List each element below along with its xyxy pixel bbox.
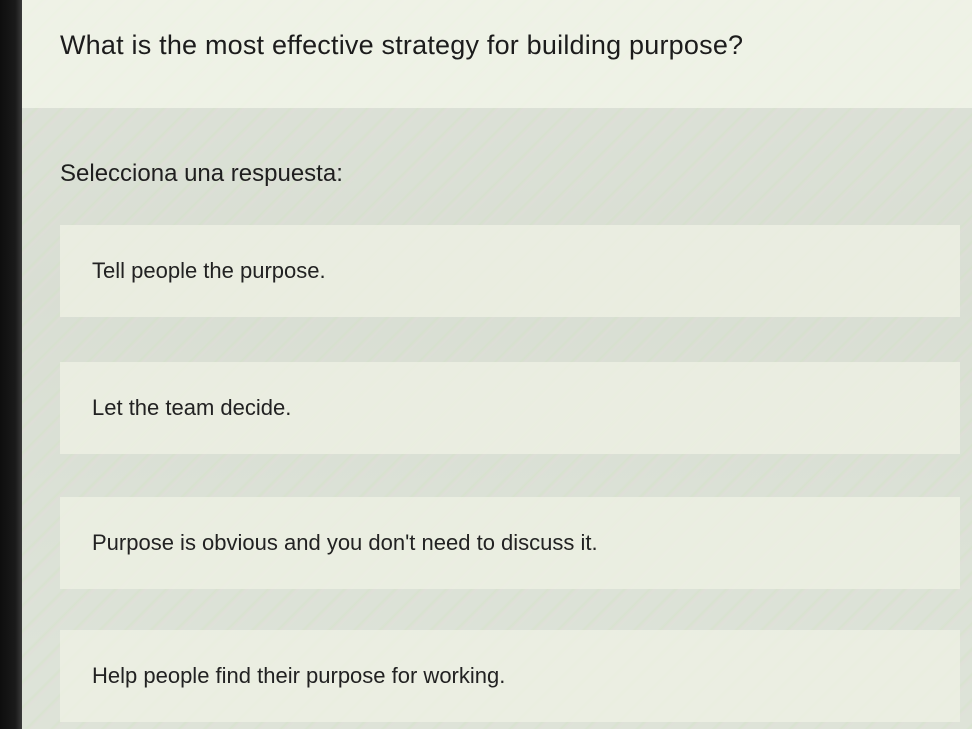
question-text: What is the most effective strategy for … <box>60 30 744 60</box>
answer-option-label: Purpose is obvious and you don't need to… <box>92 530 598 555</box>
monitor-bezel <box>0 0 22 729</box>
answer-option-label: Tell people the purpose. <box>92 258 326 283</box>
answer-prompt: Selecciona una respuesta: <box>60 160 343 187</box>
answer-option-4[interactable]: Help people find their purpose for worki… <box>60 630 960 722</box>
answer-option-label: Help people find their purpose for worki… <box>92 663 506 688</box>
answer-option-2[interactable]: Let the team decide. <box>60 362 960 454</box>
answer-option-3[interactable]: Purpose is obvious and you don't need to… <box>60 497 960 589</box>
answer-option-1[interactable]: Tell people the purpose. <box>60 225 960 317</box>
answer-option-label: Let the team decide. <box>92 395 292 420</box>
quiz-screen: What is the most effective strategy for … <box>0 0 972 729</box>
